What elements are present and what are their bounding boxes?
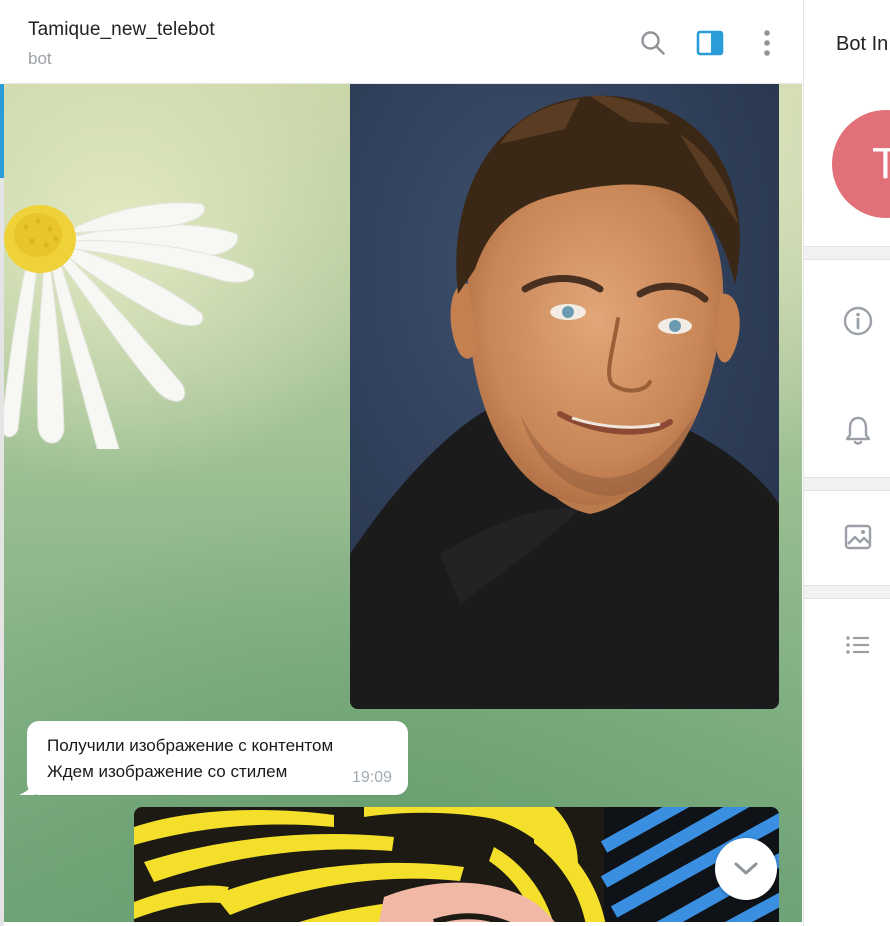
info-panel-title: Bot In: [836, 33, 889, 55]
info-panel: Bot In T: [803, 0, 890, 926]
more-vertical-icon[interactable]: [752, 28, 782, 58]
photo-message[interactable]: [350, 84, 779, 709]
section-divider: [804, 246, 890, 260]
wallpaper-daisy: [4, 202, 255, 449]
photo-message[interactable]: [134, 807, 779, 922]
message-time: 19:09: [351, 769, 392, 786]
section-divider: [804, 585, 890, 599]
shared-media-row[interactable]: [804, 512, 890, 562]
chat-list-selection-accent: [0, 84, 4, 178]
pop-art-photo: [134, 807, 779, 922]
chat-column: Tamique_new_telebot bot Получили изображ…: [0, 0, 803, 926]
chevron-down-icon: [734, 862, 758, 875]
chat-subtitle: bot: [28, 49, 52, 68]
image-icon: [844, 524, 871, 550]
sidebar-toggle-icon[interactable]: [695, 28, 725, 58]
portrait-photo: [350, 84, 779, 709]
search-icon[interactable]: [638, 28, 668, 58]
bubble-tail: [19, 781, 35, 795]
list-icon: [845, 636, 869, 654]
chat-header: Tamique_new_telebot bot: [4, 4, 802, 84]
section-divider: [804, 477, 890, 491]
scroll-to-bottom-button[interactable]: [715, 838, 777, 900]
message-bubble[interactable]: Получили изображение с контентом Ждем из…: [19, 721, 408, 795]
bell-icon: [845, 416, 870, 445]
info-icon: [843, 306, 872, 336]
info-row[interactable]: [804, 296, 890, 346]
chat-title[interactable]: Tamique_new_telebot: [28, 19, 215, 41]
message-text-line: Получили изображение с контентом: [47, 736, 334, 755]
avatar-letter: T: [872, 139, 890, 189]
chat-list-edge: [0, 178, 4, 926]
notifications-row[interactable]: [804, 405, 890, 455]
list-row[interactable]: [804, 620, 890, 670]
message-area[interactable]: Получили изображение с контентом Ждем из…: [4, 84, 802, 922]
message-text-line: Ждем изображение со стилем: [47, 762, 288, 781]
avatar[interactable]: T: [832, 110, 890, 218]
